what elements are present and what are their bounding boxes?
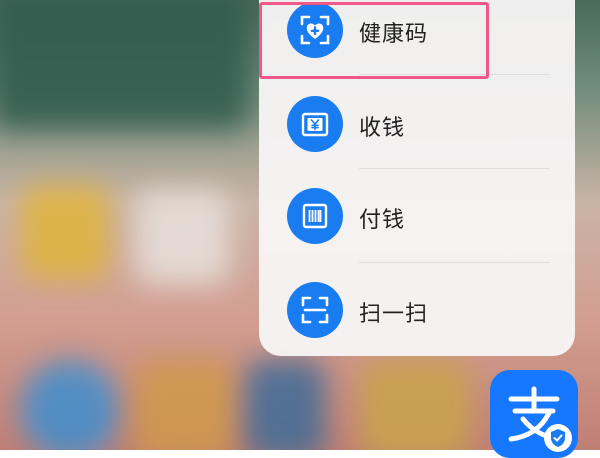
blurred-app-icon [360,360,470,450]
menu-item-scan[interactable]: 扫一扫 [259,266,575,354]
menu-item-label: 付钱 [359,208,406,233]
menu-item-label: 收钱 [359,116,406,141]
blurred-app-icon [20,185,110,280]
blurred-app-icon [20,360,120,450]
highlight-frame [259,2,489,79]
pay-money-icon [287,188,343,244]
receive-money-icon [287,96,343,152]
menu-item-receive-money[interactable]: 收钱 [259,80,575,168]
divider [359,262,550,263]
menu-item-pay-money[interactable]: 付钱 [259,172,575,260]
verified-badge-icon [544,424,572,452]
blurred-app-icon [245,360,325,450]
blurred-app-icon [135,360,235,450]
menu-item-label: 扫一扫 [359,302,429,327]
blurred-widget [0,0,250,130]
scan-icon [287,282,343,338]
divider [359,168,550,169]
blurred-app-icon [135,190,230,285]
alipay-app-icon[interactable] [490,370,578,458]
